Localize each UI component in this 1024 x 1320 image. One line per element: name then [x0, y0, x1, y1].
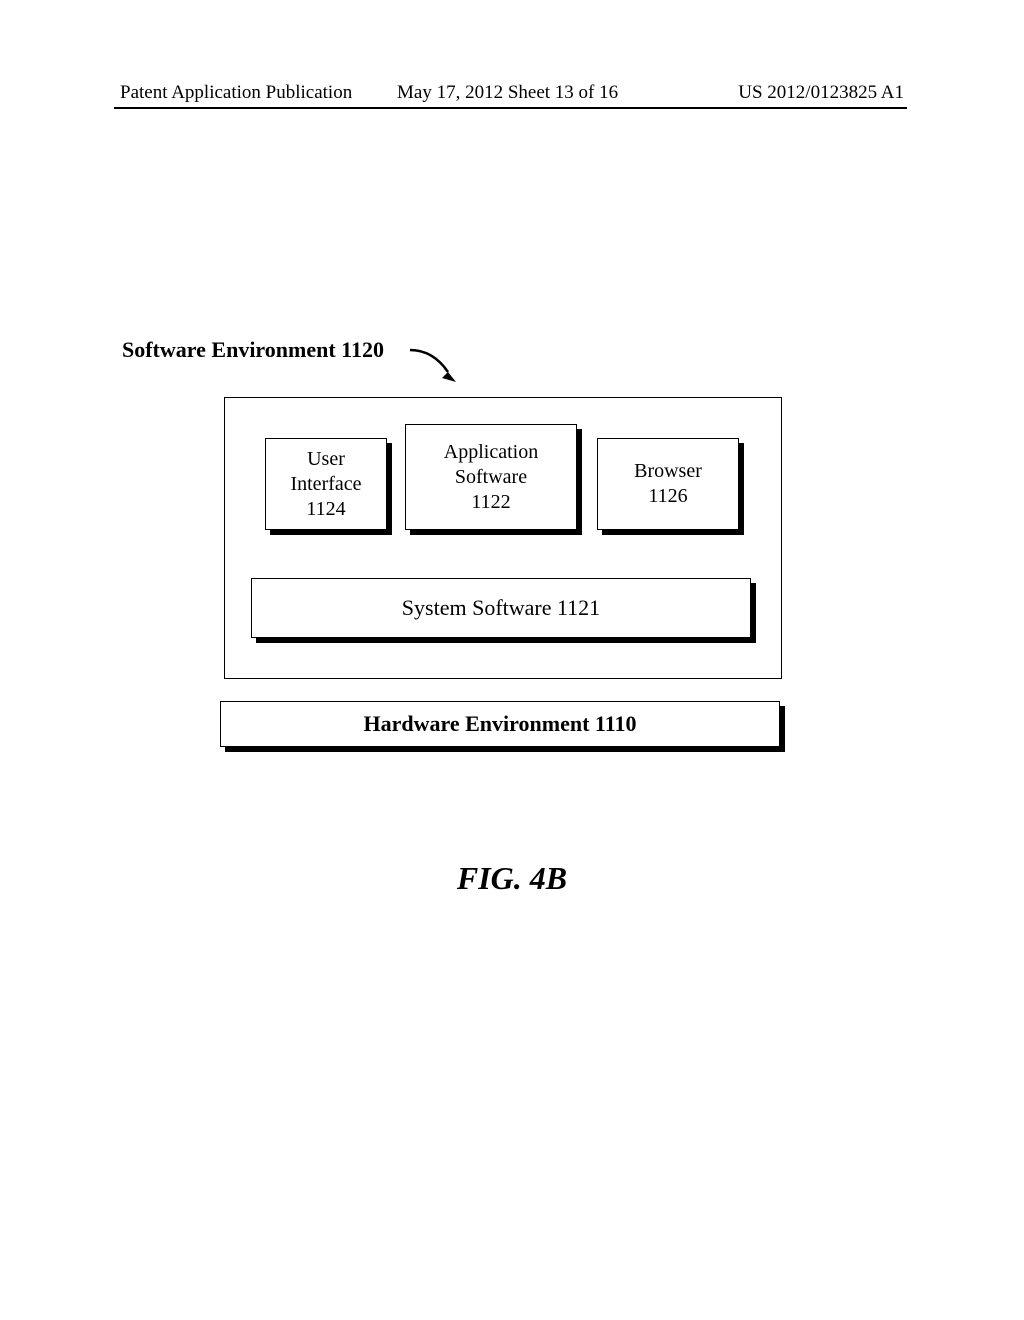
user-interface-box: UserInterface1124 [265, 438, 387, 530]
software-environment-box: UserInterface1124 ApplicationSoftware112… [224, 397, 782, 679]
user-interface-text: UserInterface1124 [266, 447, 386, 522]
software-top-row: UserInterface1124 ApplicationSoftware112… [225, 424, 781, 534]
header-publication-type: Patent Application Publication [120, 82, 352, 104]
hardware-environment-text: Hardware Environment 1110 [364, 711, 637, 737]
pointer-arrow-icon [408, 342, 468, 392]
application-software-box: ApplicationSoftware1122 [405, 424, 577, 530]
browser-text: Browser1126 [598, 459, 738, 509]
header-divider [114, 107, 907, 109]
header-date-sheet: May 17, 2012 Sheet 13 of 16 [397, 82, 618, 104]
header-publication-number: US 2012/0123825 A1 [738, 82, 904, 104]
system-software-box: System Software 1121 [251, 578, 751, 638]
application-software-text: ApplicationSoftware1122 [406, 440, 576, 515]
browser-box: Browser1126 [597, 438, 739, 530]
hardware-environment-box: Hardware Environment 1110 [220, 701, 780, 747]
system-software-text: System Software 1121 [252, 594, 750, 622]
software-environment-label: Software Environment 1120 [122, 337, 384, 363]
figure-caption: FIG. 4B [0, 860, 1024, 897]
